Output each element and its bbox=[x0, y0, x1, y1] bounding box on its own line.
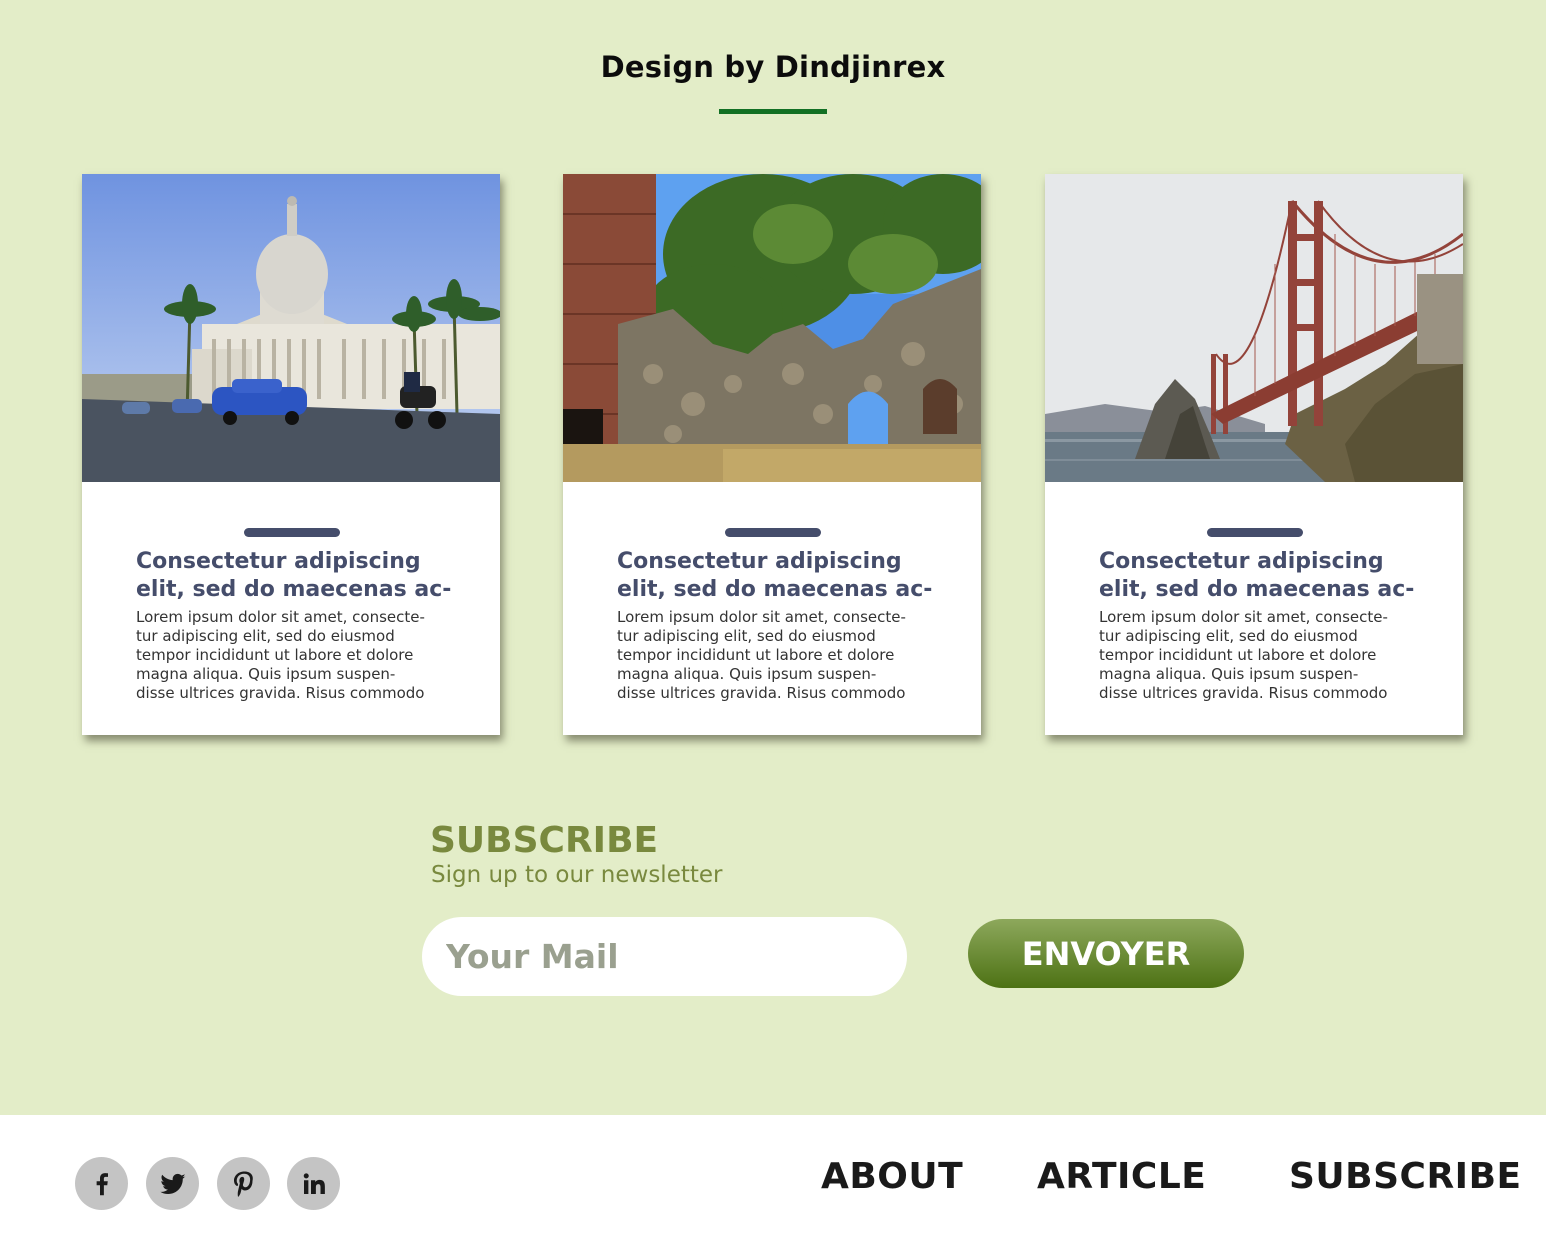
page-title: Design by Dindjinrex bbox=[600, 50, 946, 84]
twitter-icon[interactable] bbox=[146, 1157, 199, 1210]
card-title[interactable]: Consectetur adipiscing elit, sed do maec… bbox=[617, 548, 947, 604]
card-title[interactable]: Consectetur adipiscing elit, sed do maec… bbox=[136, 548, 466, 604]
footer: ABOUT ARTICLE SUBSCRIBE bbox=[0, 1115, 1546, 1234]
havana-capitol-image[interactable] bbox=[82, 174, 500, 482]
nav-article[interactable]: ARTICLE bbox=[1037, 1156, 1206, 1197]
card-title[interactable]: Consectetur adipiscing elit, sed do maec… bbox=[1099, 548, 1429, 604]
article-card[interactable]: Consectetur adipiscing elit, sed do maec… bbox=[1045, 174, 1463, 735]
card-text: Lorem ipsum dolor sit amet, consecte- tu… bbox=[136, 608, 425, 702]
nav-about[interactable]: ABOUT bbox=[821, 1156, 963, 1197]
email-input[interactable] bbox=[422, 917, 907, 996]
card-accent-bar bbox=[1207, 528, 1303, 537]
article-card[interactable]: Consectetur adipiscing elit, sed do maec… bbox=[82, 174, 500, 735]
card-accent-bar bbox=[244, 528, 340, 537]
envoyer-button[interactable]: ENVOYER bbox=[968, 919, 1244, 988]
card-text: Lorem ipsum dolor sit amet, consecte- tu… bbox=[617, 608, 906, 702]
linkedin-icon[interactable] bbox=[287, 1157, 340, 1210]
subscribe-subtext: Sign up to our newsletter bbox=[431, 862, 723, 888]
card-accent-bar bbox=[725, 528, 821, 537]
subscribe-heading: SUBSCRIBE bbox=[430, 820, 659, 861]
pinterest-icon[interactable] bbox=[217, 1157, 270, 1210]
card-text: Lorem ipsum dolor sit amet, consecte- tu… bbox=[1099, 608, 1388, 702]
title-underline bbox=[719, 109, 827, 114]
golden-gate-bridge-image[interactable] bbox=[1045, 174, 1463, 482]
nav-subscribe[interactable]: SUBSCRIBE bbox=[1289, 1156, 1522, 1197]
facebook-icon[interactable] bbox=[75, 1157, 128, 1210]
stone-ruins-image[interactable] bbox=[563, 174, 981, 482]
article-card[interactable]: Consectetur adipiscing elit, sed do maec… bbox=[563, 174, 981, 735]
